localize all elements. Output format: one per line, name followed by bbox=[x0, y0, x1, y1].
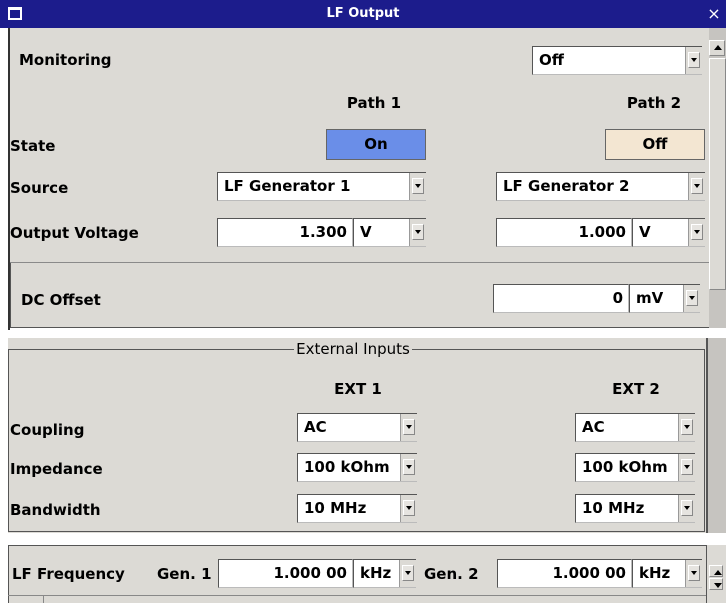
ext1-impedance-value: 100 kOhm bbox=[304, 458, 390, 476]
external-inputs-title: External Inputs bbox=[296, 340, 410, 358]
coupling-label: Coupling bbox=[10, 421, 85, 439]
gen1-frequency-unit: kHz bbox=[360, 564, 392, 582]
lf-panel-bottom-tick bbox=[43, 595, 44, 603]
ext2-impedance-value: 100 kOhm bbox=[582, 458, 668, 476]
chevron-down-icon[interactable] bbox=[403, 500, 415, 516]
ext2-coupling-value: AC bbox=[582, 418, 605, 436]
ext-panel-right-shadow bbox=[706, 338, 726, 533]
gen2-frequency-unit-select[interactable]: kHz bbox=[632, 559, 702, 588]
ext1-bandwidth-select[interactable]: 10 MHz bbox=[297, 494, 417, 523]
gen2-frequency-unit: kHz bbox=[639, 564, 671, 582]
monitoring-label: Monitoring bbox=[19, 51, 112, 69]
chevron-down-icon[interactable] bbox=[402, 565, 414, 581]
scroll-up-icon[interactable] bbox=[709, 40, 725, 56]
ext2-coupling-select[interactable]: AC bbox=[575, 413, 695, 442]
monitoring-select[interactable]: Off bbox=[532, 46, 702, 75]
impedance-label: Impedance bbox=[10, 460, 103, 478]
window-title: LF Output bbox=[326, 6, 400, 21]
ext1-header: EXT 1 bbox=[334, 380, 382, 398]
path2-voltage-unit: V bbox=[639, 223, 651, 241]
chevron-down-icon[interactable] bbox=[412, 224, 424, 240]
chevron-down-icon[interactable] bbox=[691, 224, 703, 240]
dc-offset-input[interactable]: 0 bbox=[493, 284, 629, 313]
ext1-impedance-select[interactable]: 100 kOhm bbox=[297, 453, 417, 482]
path1-source-select[interactable]: LF Generator 1 bbox=[217, 172, 426, 201]
dc-offset-unit: mV bbox=[636, 289, 664, 307]
dc-offset-unit-select[interactable]: mV bbox=[629, 284, 700, 313]
path1-voltage-unit: V bbox=[360, 223, 372, 241]
chevron-down-icon[interactable] bbox=[686, 290, 698, 306]
path2-source-value: LF Generator 2 bbox=[503, 177, 630, 195]
path1-header: Path 1 bbox=[346, 94, 402, 112]
ext2-header: EXT 2 bbox=[612, 380, 660, 398]
path2-voltage-unit-select[interactable]: V bbox=[632, 218, 705, 247]
gen2-frequency-value: 1.000 00 bbox=[552, 564, 626, 582]
path1-state-button[interactable]: On bbox=[326, 129, 426, 160]
frame-top-line bbox=[10, 262, 709, 263]
gen2-label: Gen. 2 bbox=[424, 565, 479, 583]
path2-voltage-input[interactable]: 1.000 bbox=[496, 218, 632, 247]
gen1-frequency-input[interactable]: 1.000 00 bbox=[218, 559, 353, 588]
source-label: Source bbox=[10, 179, 69, 197]
chevron-down-icon[interactable] bbox=[403, 459, 415, 475]
gen1-frequency-unit-select[interactable]: kHz bbox=[353, 559, 416, 588]
ext1-coupling-select[interactable]: AC bbox=[297, 413, 417, 442]
path2-voltage-value: 1.000 bbox=[578, 223, 626, 241]
path2-state-button[interactable]: Off bbox=[605, 129, 705, 160]
chevron-down-icon[interactable] bbox=[681, 459, 693, 475]
ext1-coupling-value: AC bbox=[304, 418, 327, 436]
ext2-bandwidth-select[interactable]: 10 MHz bbox=[575, 494, 695, 523]
dc-offset-value: 0 bbox=[612, 289, 623, 307]
path2-header: Path 2 bbox=[626, 94, 682, 112]
path2-source-select[interactable]: LF Generator 2 bbox=[496, 172, 705, 201]
gen2-frequency-input[interactable]: 1.000 00 bbox=[497, 559, 632, 588]
chevron-down-icon[interactable] bbox=[681, 500, 693, 516]
lf-scroll-up-icon[interactable] bbox=[709, 565, 723, 577]
lf-panel-top-border bbox=[8, 545, 706, 546]
path1-voltage-unit-select[interactable]: V bbox=[353, 218, 426, 247]
path1-voltage-value: 1.300 bbox=[299, 223, 347, 241]
lf-scroll-down-icon[interactable] bbox=[709, 578, 723, 590]
ext2-impedance-select[interactable]: 100 kOhm bbox=[575, 453, 695, 482]
chevron-down-icon[interactable] bbox=[691, 178, 703, 194]
monitoring-value: Off bbox=[539, 51, 564, 69]
gen1-label: Gen. 1 bbox=[157, 565, 212, 583]
gen1-frequency-value: 1.000 00 bbox=[273, 564, 347, 582]
bandwidth-label: Bandwidth bbox=[10, 501, 101, 519]
chevron-down-icon[interactable] bbox=[688, 52, 700, 68]
chevron-down-icon[interactable] bbox=[412, 178, 424, 194]
close-icon[interactable]: × bbox=[702, 0, 726, 28]
chevron-down-icon[interactable] bbox=[403, 419, 415, 435]
state-label: State bbox=[10, 137, 56, 155]
path1-voltage-input[interactable]: 1.300 bbox=[217, 218, 353, 247]
output-voltage-label: Output Voltage bbox=[10, 224, 139, 242]
chevron-down-icon[interactable] bbox=[681, 419, 693, 435]
chevron-down-icon[interactable] bbox=[688, 565, 700, 581]
lf-frequency-label: LF Frequency bbox=[12, 565, 125, 583]
lf-panel-bottom-line bbox=[8, 595, 706, 596]
ext1-bandwidth-value: 10 MHz bbox=[304, 499, 367, 517]
ext2-bandwidth-value: 10 MHz bbox=[582, 499, 645, 517]
dc-offset-label: DC Offset bbox=[21, 291, 101, 309]
path1-source-value: LF Generator 1 bbox=[224, 177, 351, 195]
title-bar[interactable]: LF Output × bbox=[0, 0, 726, 28]
